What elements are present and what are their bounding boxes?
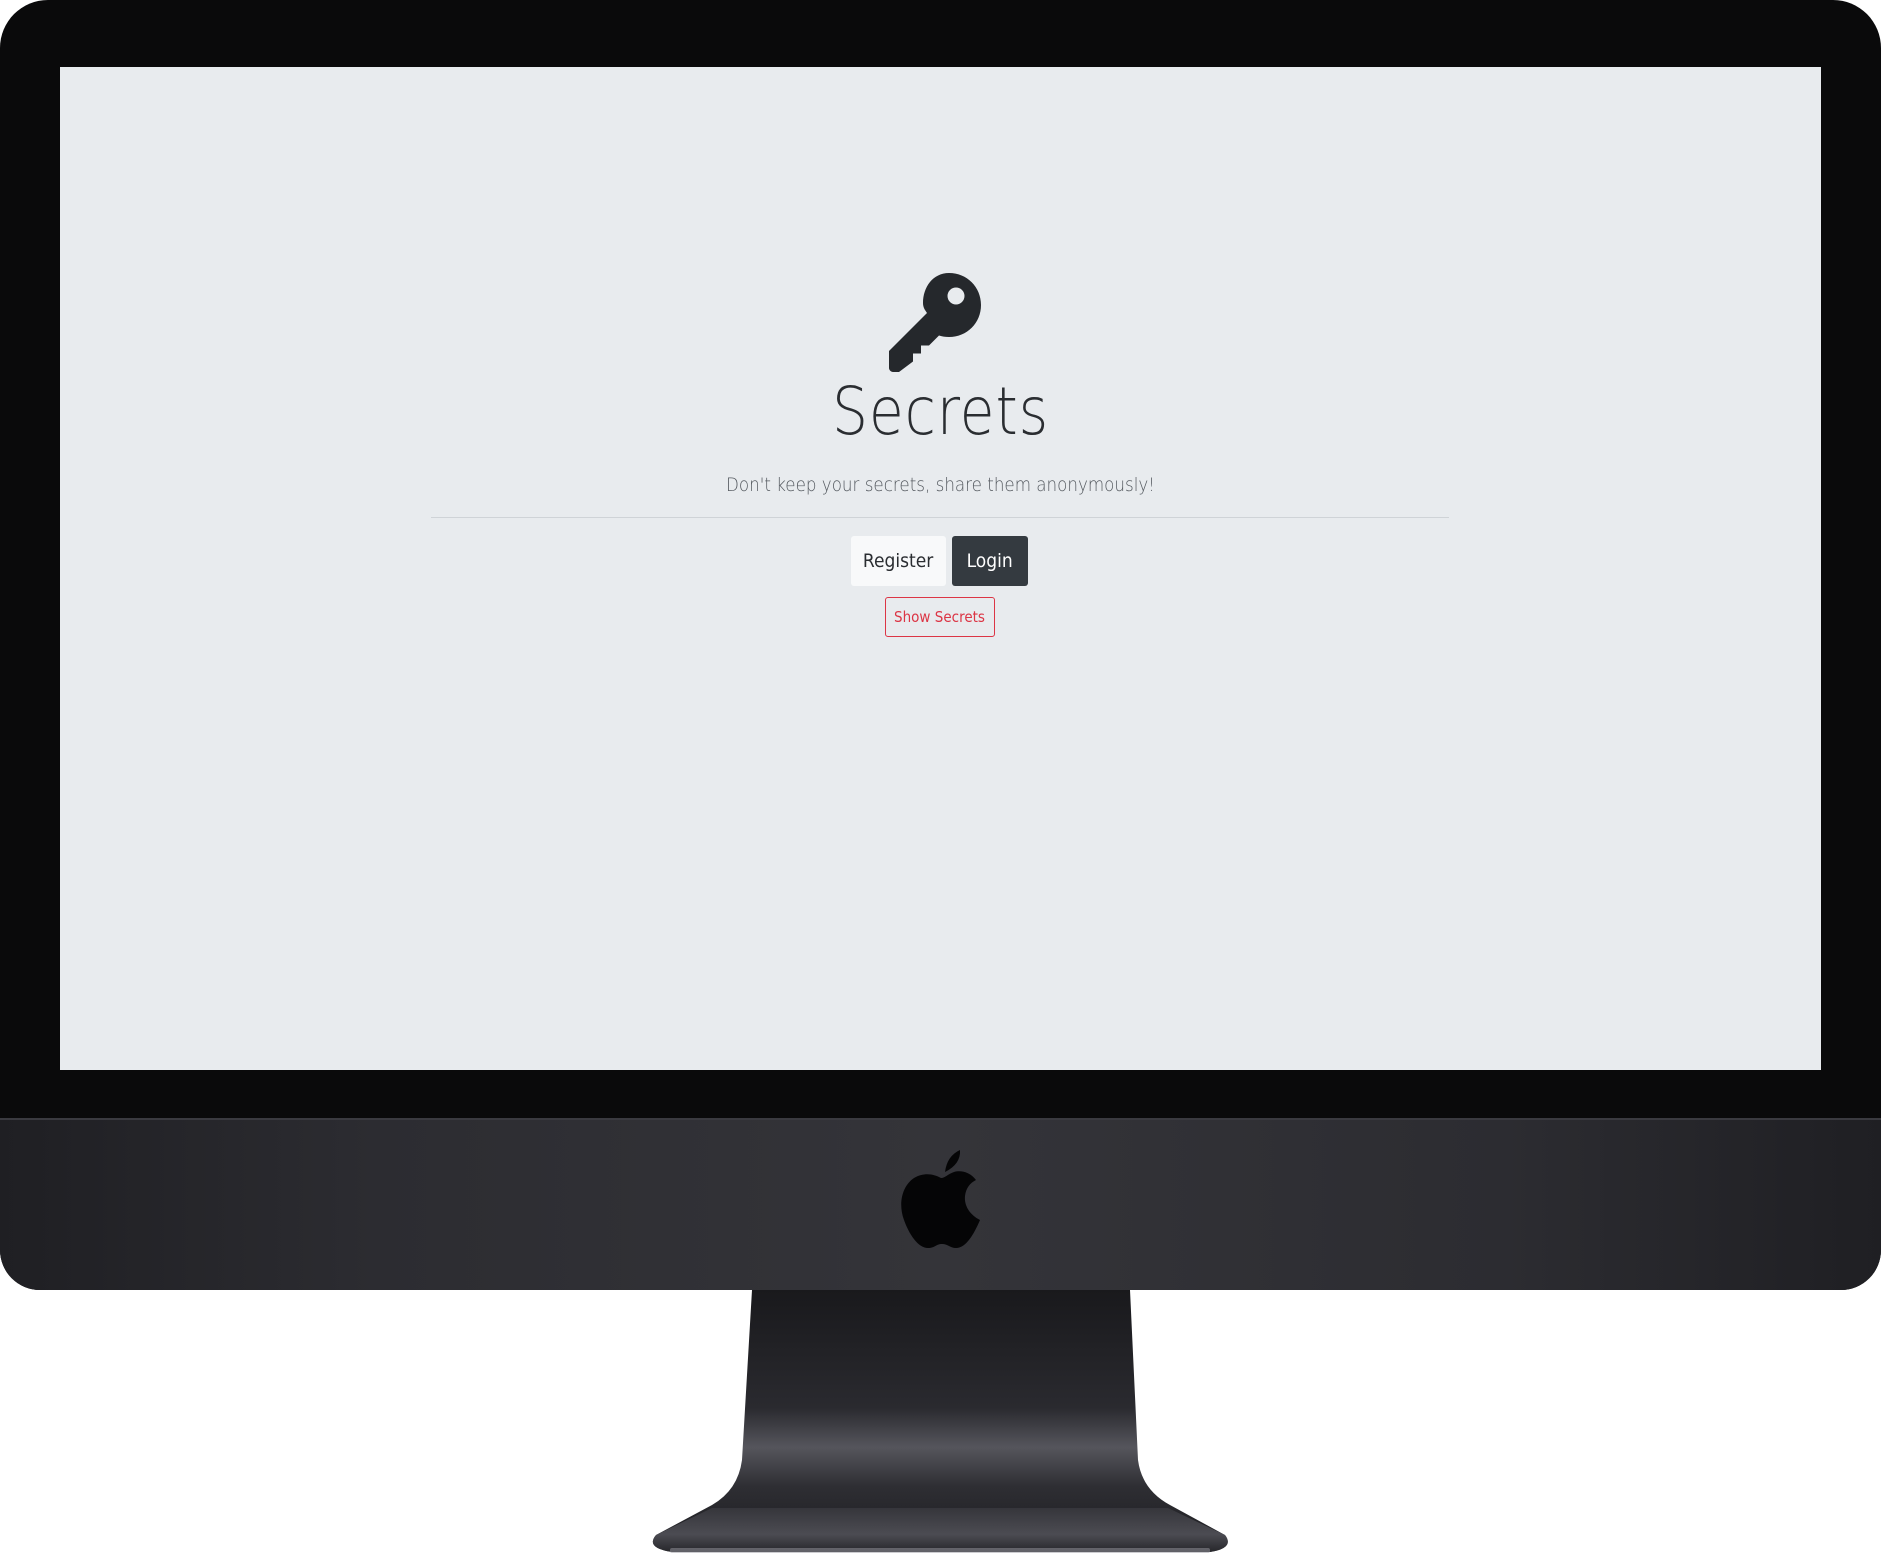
divider (431, 517, 1449, 518)
monitor-stand (652, 1290, 1228, 1553)
imac-mockup: Secrets Don't keep your secrets, share t… (0, 0, 1881, 1555)
key-icon (889, 273, 981, 372)
jumbotron: Secrets Don't keep your secrets, share t… (60, 67, 1821, 1070)
apple-logo-icon (901, 1150, 980, 1248)
login-button[interactable]: Login (952, 536, 1028, 586)
show-secrets-button[interactable]: Show Secrets (885, 597, 995, 637)
page-title: Secrets (831, 373, 1050, 450)
page-subtitle: Don't keep your secrets, share them anon… (726, 474, 1155, 496)
login-button-label: Login (966, 550, 1014, 572)
show-secrets-button-label: Show Secrets (894, 608, 986, 626)
register-button[interactable]: Register (851, 536, 946, 586)
chin-divider (0, 1118, 1881, 1120)
screen: Secrets Don't keep your secrets, share t… (60, 67, 1821, 1070)
register-button-label: Register (863, 550, 934, 572)
